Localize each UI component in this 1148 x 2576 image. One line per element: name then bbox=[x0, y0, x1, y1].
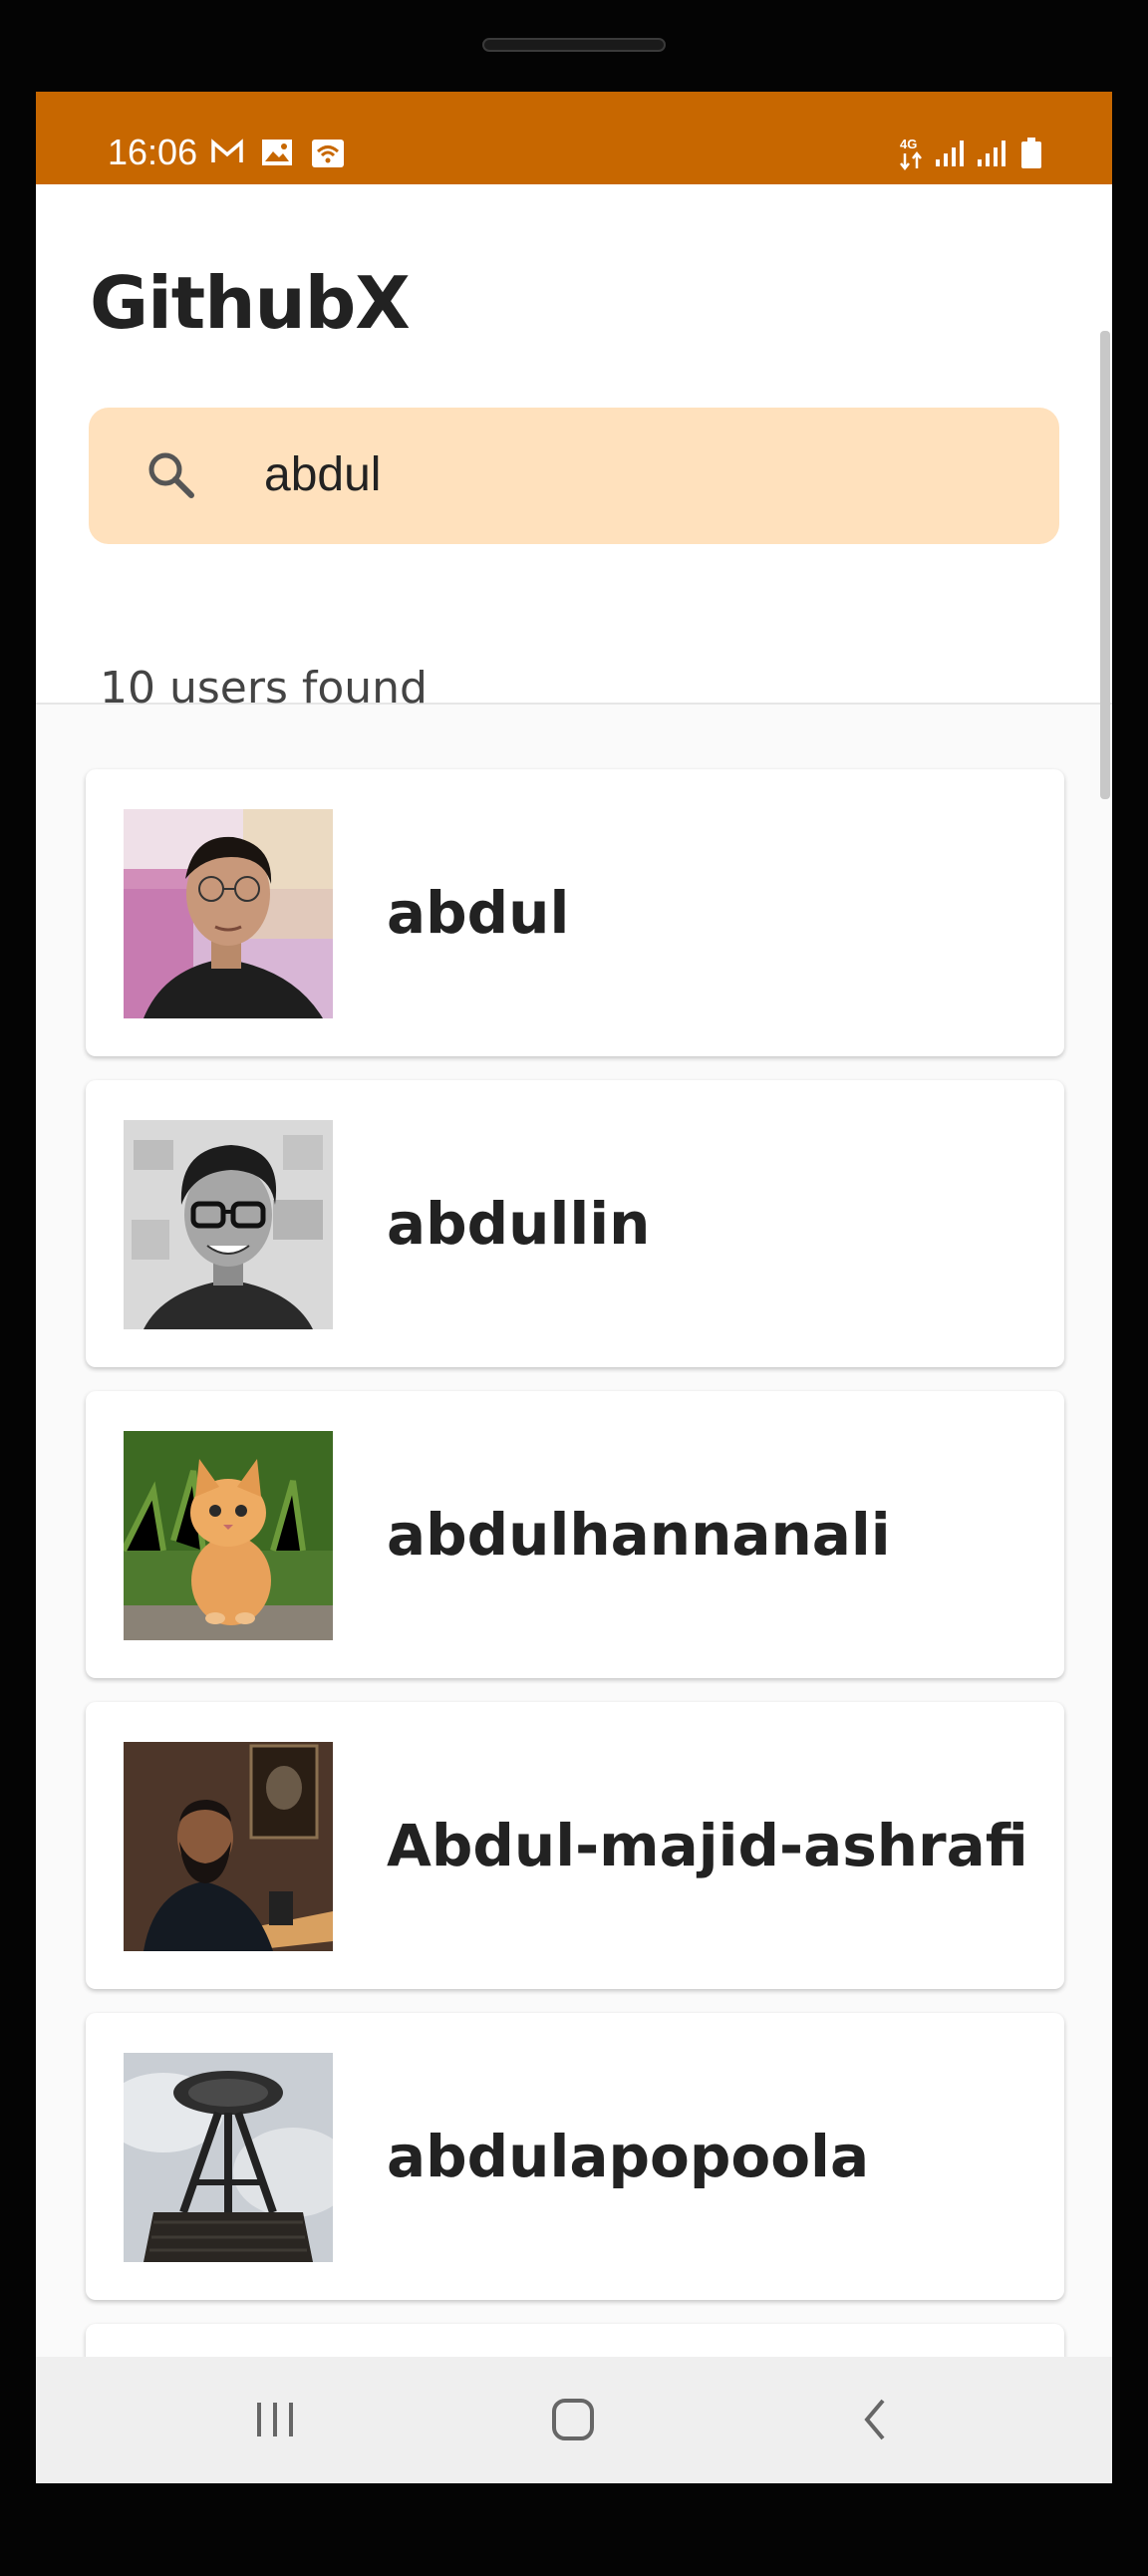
avatar bbox=[124, 2053, 333, 2262]
signal-icon bbox=[977, 140, 1006, 171]
screen: 16:06 4G GithubX abdul 10 users found ab… bbox=[36, 92, 1112, 2483]
user-card[interactable]: abdulhannanali bbox=[86, 1391, 1064, 1678]
phone-frame: 16:06 4G GithubX abdul 10 users found ab… bbox=[0, 0, 1148, 2576]
status-time: 16:06 bbox=[108, 132, 198, 172]
avatar bbox=[124, 1120, 333, 1329]
user-card[interactable]: abdul bbox=[86, 769, 1064, 1056]
battery-icon bbox=[1020, 138, 1042, 173]
recent-apps-icon[interactable] bbox=[253, 2395, 297, 2448]
username: abdulhannanali bbox=[387, 1501, 891, 1569]
earpiece-speaker bbox=[482, 38, 666, 52]
system-nav-bar bbox=[36, 2357, 1112, 2483]
back-icon[interactable] bbox=[855, 2395, 895, 2448]
home-icon[interactable] bbox=[548, 2395, 598, 2448]
search-icon[interactable] bbox=[144, 447, 199, 507]
username: abdul bbox=[387, 879, 570, 947]
user-card[interactable]: abdulapopoola bbox=[86, 2013, 1064, 2300]
result-count: 10 users found bbox=[100, 663, 428, 714]
user-card[interactable]: Abdul-majid-ashrafi bbox=[86, 1702, 1064, 1989]
avatar bbox=[124, 1742, 333, 1951]
app-title-text: GithubX bbox=[90, 261, 411, 345]
wifi-hotspot-icon bbox=[311, 139, 345, 172]
status-bar: 16:06 4G bbox=[36, 92, 1112, 184]
gallery-icon bbox=[261, 139, 293, 170]
signal-icon bbox=[935, 140, 965, 171]
search-input[interactable]: abdul bbox=[264, 447, 381, 502]
user-card[interactable]: abdullin bbox=[86, 1080, 1064, 1367]
scrollbar[interactable] bbox=[1100, 331, 1110, 799]
gmail-icon bbox=[211, 139, 243, 168]
username: abdulapopoola bbox=[387, 2123, 870, 2190]
username: abdullin bbox=[387, 1190, 651, 1258]
search-bar[interactable]: abdul bbox=[89, 408, 1059, 544]
avatar bbox=[124, 1431, 333, 1640]
4g-icon: 4G bbox=[899, 136, 927, 175]
network-type-label: 4G bbox=[900, 137, 917, 151]
username: Abdul-majid-ashrafi bbox=[387, 1812, 1028, 1879]
avatar bbox=[124, 809, 333, 1018]
